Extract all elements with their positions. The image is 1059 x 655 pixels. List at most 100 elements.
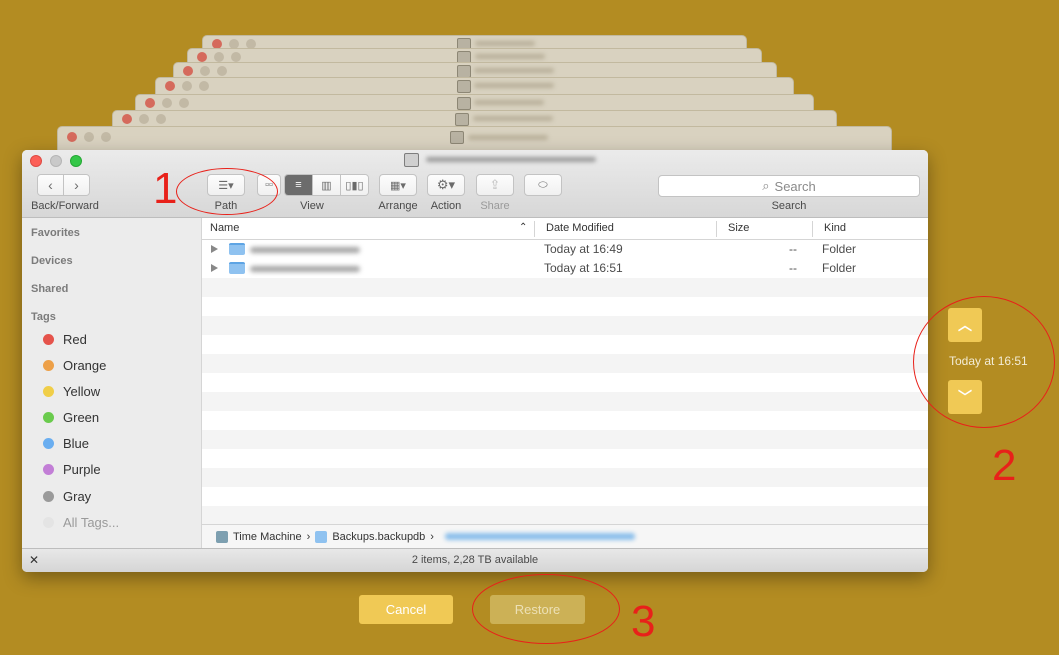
close-button[interactable] bbox=[30, 155, 42, 167]
arrange-label: Arrange bbox=[378, 200, 418, 212]
path-bar: Time Machine › Backups.backupdb › bbox=[202, 524, 928, 548]
window-controls bbox=[30, 155, 82, 167]
share-button[interactable]: ⇪ bbox=[476, 174, 514, 196]
sidebar-tag-purple[interactable]: Purple bbox=[43, 462, 101, 477]
empty-row bbox=[202, 297, 928, 316]
folder-icon bbox=[457, 80, 471, 93]
table-row[interactable]: Today at 16:51 -- Folder bbox=[202, 259, 928, 278]
size-cell: -- bbox=[789, 242, 797, 256]
time-machine-disk-icon bbox=[216, 530, 228, 543]
cover-flow-icon: ▯▮▯ bbox=[345, 179, 364, 192]
action-button[interactable]: ⚙▾ bbox=[427, 174, 465, 196]
status-bar: ✕ 2 items, 2,28 TB available bbox=[22, 548, 928, 572]
tag-color-dot bbox=[43, 491, 54, 502]
tag-label: All Tags... bbox=[63, 515, 120, 530]
tag-label: Yellow bbox=[63, 384, 101, 399]
tag-color-dot bbox=[43, 386, 54, 397]
sidebar-all-tags[interactable]: All Tags... bbox=[43, 515, 119, 530]
file-list: Name ⌃ Date Modified Size Kind Today at … bbox=[202, 218, 928, 524]
back-forward-label: Back/Forward bbox=[31, 200, 99, 212]
path-segment-blurred[interactable] bbox=[444, 533, 635, 540]
tag-color-dot bbox=[43, 438, 54, 449]
zoom-button[interactable] bbox=[70, 155, 82, 167]
empty-row bbox=[202, 392, 928, 411]
cancel-button[interactable]: Cancel bbox=[359, 595, 453, 624]
search-placeholder: Search bbox=[774, 178, 816, 194]
file-name-blurred bbox=[250, 247, 360, 253]
share-label: Share bbox=[480, 200, 510, 212]
sidebar-tag-yellow[interactable]: Yellow bbox=[43, 384, 100, 399]
folder-icon bbox=[229, 243, 245, 255]
sidebar: Favorites Devices Shared Tags Red Orange… bbox=[22, 218, 202, 548]
kind-cell: Folder bbox=[822, 242, 857, 256]
sidebar-tag-green[interactable]: Green bbox=[43, 410, 99, 425]
tag-label: Green bbox=[63, 410, 100, 425]
tag-label: Orange bbox=[63, 358, 107, 373]
empty-row bbox=[202, 506, 928, 524]
sidebar-section-devices[interactable]: Devices bbox=[31, 255, 73, 267]
sidebar-tag-red[interactable]: Red bbox=[43, 332, 87, 347]
tag-color-dot bbox=[43, 464, 54, 475]
sidebar-section-tags[interactable]: Tags bbox=[31, 311, 56, 323]
empty-row bbox=[202, 316, 928, 335]
annotation-ellipse-2 bbox=[913, 296, 1055, 428]
disclosure-triangle-icon[interactable] bbox=[211, 264, 218, 272]
annotation-number-2: 2 bbox=[992, 441, 1017, 490]
cover-flow-button[interactable]: ▯▮▯ bbox=[341, 175, 368, 195]
size-cell: -- bbox=[789, 261, 797, 275]
path-segment-time-machine[interactable]: Time Machine bbox=[233, 531, 302, 543]
list-view-button[interactable]: ≡ bbox=[285, 175, 313, 195]
tools-icon[interactable]: ✕ bbox=[29, 549, 39, 571]
sidebar-section-shared[interactable]: Shared bbox=[31, 283, 68, 295]
minimize-button[interactable] bbox=[50, 155, 62, 167]
disclosure-triangle-icon[interactable] bbox=[211, 245, 218, 253]
search-field[interactable]: ⌕ Search bbox=[658, 175, 920, 197]
tag-icon: ⬭ bbox=[538, 178, 548, 191]
tag-label: Blue bbox=[63, 436, 90, 451]
sidebar-section-favorites[interactable]: Favorites bbox=[31, 227, 80, 239]
tag-color-dot bbox=[43, 412, 54, 423]
forward-button[interactable]: › bbox=[64, 175, 89, 195]
list-icon: ≡ bbox=[295, 179, 302, 191]
sidebar-tag-gray[interactable]: Gray bbox=[43, 489, 91, 504]
folder-icon bbox=[315, 530, 328, 543]
chevron-left-icon: ‹ bbox=[48, 177, 53, 193]
column-date-modified[interactable]: Date Modified bbox=[546, 222, 614, 234]
folder-icon bbox=[450, 131, 464, 144]
sort-chevron-up-icon[interactable]: ⌃ bbox=[519, 222, 527, 233]
path-chevron-icon: › bbox=[430, 530, 434, 543]
table-row[interactable]: Today at 16:49 -- Folder bbox=[202, 240, 928, 259]
empty-row bbox=[202, 278, 928, 297]
empty-row bbox=[202, 449, 928, 468]
empty-row bbox=[202, 487, 928, 506]
tag-button[interactable]: ⬭ bbox=[524, 174, 562, 196]
sidebar-tag-blue[interactable]: Blue bbox=[43, 436, 89, 451]
column-kind[interactable]: Kind bbox=[824, 222, 846, 234]
back-button[interactable]: ‹ bbox=[38, 175, 64, 195]
finder-window: ‹ › Back/Forward ☰▾ Path ▫▫ ≡ ▥ ▯▮▯ View… bbox=[22, 150, 928, 572]
column-name[interactable]: Name bbox=[210, 222, 239, 234]
tag-label: Red bbox=[63, 332, 87, 347]
column-view-button[interactable]: ▥ bbox=[313, 175, 341, 195]
folder-icon bbox=[457, 97, 471, 110]
arrange-button[interactable]: ▦▾ bbox=[379, 174, 417, 196]
folder-icon bbox=[455, 113, 469, 126]
empty-row bbox=[202, 468, 928, 487]
tag-label: Gray bbox=[63, 489, 92, 504]
path-segment-backups[interactable]: Backups.backupdb bbox=[332, 531, 425, 543]
search-icon: ⌕ bbox=[762, 178, 770, 193]
empty-row bbox=[202, 373, 928, 392]
columns-icon: ▥ bbox=[321, 179, 332, 192]
gear-icon: ⚙▾ bbox=[436, 177, 456, 192]
column-size[interactable]: Size bbox=[728, 222, 749, 234]
tag-color-dot bbox=[43, 334, 54, 345]
annotation-number-3: 3 bbox=[631, 597, 656, 646]
window-title-blurred bbox=[426, 157, 596, 162]
date-cell: Today at 16:49 bbox=[544, 242, 623, 256]
sidebar-tag-orange[interactable]: Orange bbox=[43, 358, 106, 373]
annotation-number-1: 1 bbox=[153, 164, 178, 213]
empty-row bbox=[202, 354, 928, 373]
tag-color-dot bbox=[43, 360, 54, 371]
empty-row bbox=[202, 335, 928, 354]
empty-row bbox=[202, 411, 928, 430]
